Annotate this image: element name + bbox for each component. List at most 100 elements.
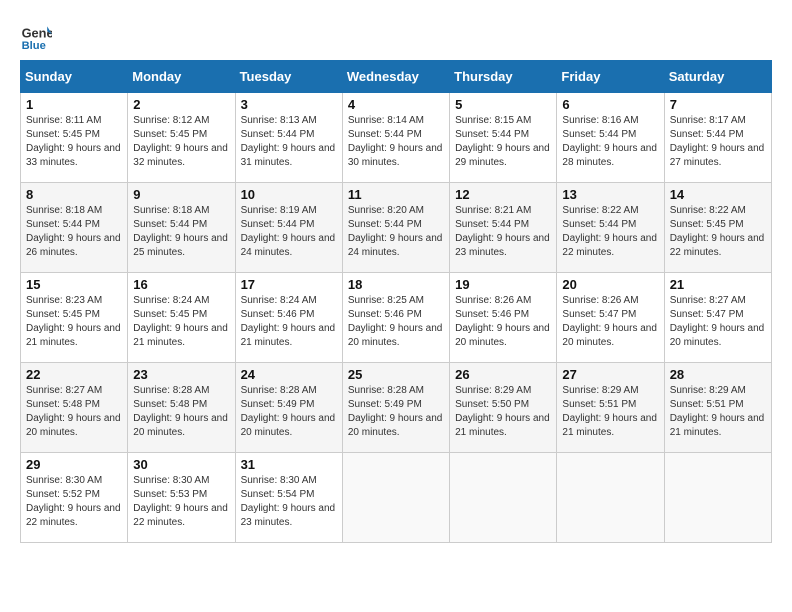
day-number: 17 — [241, 277, 337, 292]
day-info: Sunrise: 8:22 AMSunset: 5:44 PMDaylight:… — [562, 204, 658, 260]
day-info: Sunrise: 8:28 AMSunset: 5:48 PMDaylight:… — [133, 384, 229, 440]
calendar-cell: 23 Sunrise: 8:28 AMSunset: 5:48 PMDayligh… — [128, 363, 235, 453]
calendar-cell: 13 Sunrise: 8:22 AMSunset: 5:44 PMDayligh… — [557, 183, 664, 273]
day-info: Sunrise: 8:30 AMSunset: 5:54 PMDaylight:… — [241, 474, 337, 530]
day-info: Sunrise: 8:28 AMSunset: 5:49 PMDaylight:… — [241, 384, 337, 440]
calendar-cell: 17 Sunrise: 8:24 AMSunset: 5:46 PMDayligh… — [235, 273, 342, 363]
day-number: 26 — [455, 367, 551, 382]
day-number: 21 — [670, 277, 766, 292]
day-number: 1 — [26, 97, 122, 112]
calendar-cell: 15 Sunrise: 8:23 AMSunset: 5:45 PMDayligh… — [21, 273, 128, 363]
calendar-cell: 1 Sunrise: 8:11 AMSunset: 5:45 PMDaylight… — [21, 93, 128, 183]
day-info: Sunrise: 8:29 AMSunset: 5:51 PMDaylight:… — [670, 384, 766, 440]
day-number: 13 — [562, 187, 658, 202]
day-info: Sunrise: 8:18 AMSunset: 5:44 PMDaylight:… — [133, 204, 229, 260]
day-info: Sunrise: 8:12 AMSunset: 5:45 PMDaylight:… — [133, 114, 229, 170]
calendar-cell: 14 Sunrise: 8:22 AMSunset: 5:45 PMDayligh… — [664, 183, 771, 273]
svg-text:Blue: Blue — [22, 40, 46, 52]
day-info: Sunrise: 8:22 AMSunset: 5:45 PMDaylight:… — [670, 204, 766, 260]
calendar-cell: 26 Sunrise: 8:29 AMSunset: 5:50 PMDayligh… — [450, 363, 557, 453]
day-info: Sunrise: 8:17 AMSunset: 5:44 PMDaylight:… — [670, 114, 766, 170]
day-number: 9 — [133, 187, 229, 202]
day-number: 5 — [455, 97, 551, 112]
day-info: Sunrise: 8:24 AMSunset: 5:45 PMDaylight:… — [133, 294, 229, 350]
day-number: 10 — [241, 187, 337, 202]
day-number: 15 — [26, 277, 122, 292]
day-info: Sunrise: 8:14 AMSunset: 5:44 PMDaylight:… — [348, 114, 444, 170]
day-number: 25 — [348, 367, 444, 382]
day-info: Sunrise: 8:26 AMSunset: 5:46 PMDaylight:… — [455, 294, 551, 350]
day-number: 23 — [133, 367, 229, 382]
day-number: 30 — [133, 457, 229, 472]
logo-icon: General Blue — [20, 20, 52, 52]
calendar-cell: 29 Sunrise: 8:30 AMSunset: 5:52 PMDayligh… — [21, 453, 128, 543]
day-number: 14 — [670, 187, 766, 202]
day-info: Sunrise: 8:16 AMSunset: 5:44 PMDaylight:… — [562, 114, 658, 170]
calendar-cell: 11 Sunrise: 8:20 AMSunset: 5:44 PMDayligh… — [342, 183, 449, 273]
day-number: 24 — [241, 367, 337, 382]
day-number: 3 — [241, 97, 337, 112]
day-info: Sunrise: 8:25 AMSunset: 5:46 PMDaylight:… — [348, 294, 444, 350]
weekday-friday: Friday — [557, 61, 664, 93]
day-info: Sunrise: 8:28 AMSunset: 5:49 PMDaylight:… — [348, 384, 444, 440]
calendar-cell: 2 Sunrise: 8:12 AMSunset: 5:45 PMDaylight… — [128, 93, 235, 183]
day-number: 4 — [348, 97, 444, 112]
calendar-cell — [557, 453, 664, 543]
day-info: Sunrise: 8:15 AMSunset: 5:44 PMDaylight:… — [455, 114, 551, 170]
calendar-cell: 12 Sunrise: 8:21 AMSunset: 5:44 PMDayligh… — [450, 183, 557, 273]
day-number: 31 — [241, 457, 337, 472]
weekday-tuesday: Tuesday — [235, 61, 342, 93]
day-info: Sunrise: 8:27 AMSunset: 5:47 PMDaylight:… — [670, 294, 766, 350]
day-info: Sunrise: 8:20 AMSunset: 5:44 PMDaylight:… — [348, 204, 444, 260]
calendar-cell: 31 Sunrise: 8:30 AMSunset: 5:54 PMDayligh… — [235, 453, 342, 543]
day-info: Sunrise: 8:26 AMSunset: 5:47 PMDaylight:… — [562, 294, 658, 350]
day-info: Sunrise: 8:29 AMSunset: 5:51 PMDaylight:… — [562, 384, 658, 440]
day-number: 19 — [455, 277, 551, 292]
day-number: 6 — [562, 97, 658, 112]
day-info: Sunrise: 8:21 AMSunset: 5:44 PMDaylight:… — [455, 204, 551, 260]
weekday-monday: Monday — [128, 61, 235, 93]
day-number: 20 — [562, 277, 658, 292]
calendar-cell: 6 Sunrise: 8:16 AMSunset: 5:44 PMDaylight… — [557, 93, 664, 183]
day-info: Sunrise: 8:30 AMSunset: 5:53 PMDaylight:… — [133, 474, 229, 530]
day-info: Sunrise: 8:13 AMSunset: 5:44 PMDaylight:… — [241, 114, 337, 170]
day-number: 7 — [670, 97, 766, 112]
weekday-sunday: Sunday — [21, 61, 128, 93]
calendar-cell: 27 Sunrise: 8:29 AMSunset: 5:51 PMDayligh… — [557, 363, 664, 453]
day-number: 11 — [348, 187, 444, 202]
calendar-cell: 5 Sunrise: 8:15 AMSunset: 5:44 PMDaylight… — [450, 93, 557, 183]
calendar-cell: 24 Sunrise: 8:28 AMSunset: 5:49 PMDayligh… — [235, 363, 342, 453]
day-info: Sunrise: 8:18 AMSunset: 5:44 PMDaylight:… — [26, 204, 122, 260]
day-number: 8 — [26, 187, 122, 202]
day-number: 12 — [455, 187, 551, 202]
calendar-cell — [664, 453, 771, 543]
day-info: Sunrise: 8:11 AMSunset: 5:45 PMDaylight:… — [26, 114, 122, 170]
calendar-cell: 22 Sunrise: 8:27 AMSunset: 5:48 PMDayligh… — [21, 363, 128, 453]
calendar-cell: 20 Sunrise: 8:26 AMSunset: 5:47 PMDayligh… — [557, 273, 664, 363]
day-info: Sunrise: 8:30 AMSunset: 5:52 PMDaylight:… — [26, 474, 122, 530]
calendar-cell: 7 Sunrise: 8:17 AMSunset: 5:44 PMDaylight… — [664, 93, 771, 183]
day-number: 2 — [133, 97, 229, 112]
calendar-cell: 10 Sunrise: 8:19 AMSunset: 5:44 PMDayligh… — [235, 183, 342, 273]
day-info: Sunrise: 8:23 AMSunset: 5:45 PMDaylight:… — [26, 294, 122, 350]
day-info: Sunrise: 8:19 AMSunset: 5:44 PMDaylight:… — [241, 204, 337, 260]
day-number: 27 — [562, 367, 658, 382]
day-info: Sunrise: 8:27 AMSunset: 5:48 PMDaylight:… — [26, 384, 122, 440]
calendar-cell: 4 Sunrise: 8:14 AMSunset: 5:44 PMDaylight… — [342, 93, 449, 183]
calendar-cell: 16 Sunrise: 8:24 AMSunset: 5:45 PMDayligh… — [128, 273, 235, 363]
day-number: 22 — [26, 367, 122, 382]
day-info: Sunrise: 8:29 AMSunset: 5:50 PMDaylight:… — [455, 384, 551, 440]
calendar-cell — [342, 453, 449, 543]
weekday-thursday: Thursday — [450, 61, 557, 93]
calendar-cell: 19 Sunrise: 8:26 AMSunset: 5:46 PMDayligh… — [450, 273, 557, 363]
calendar-cell: 8 Sunrise: 8:18 AMSunset: 5:44 PMDaylight… — [21, 183, 128, 273]
day-number: 16 — [133, 277, 229, 292]
page-header: General Blue — [20, 20, 772, 52]
logo: General Blue — [20, 20, 56, 52]
day-number: 29 — [26, 457, 122, 472]
calendar-cell: 21 Sunrise: 8:27 AMSunset: 5:47 PMDayligh… — [664, 273, 771, 363]
calendar-cell: 18Sunrise: 8:25 AMSunset: 5:46 PMDayligh… — [342, 273, 449, 363]
calendar-cell: 3 Sunrise: 8:13 AMSunset: 5:44 PMDaylight… — [235, 93, 342, 183]
calendar-cell: 30 Sunrise: 8:30 AMSunset: 5:53 PMDayligh… — [128, 453, 235, 543]
day-info: Sunrise: 8:24 AMSunset: 5:46 PMDaylight:… — [241, 294, 337, 350]
